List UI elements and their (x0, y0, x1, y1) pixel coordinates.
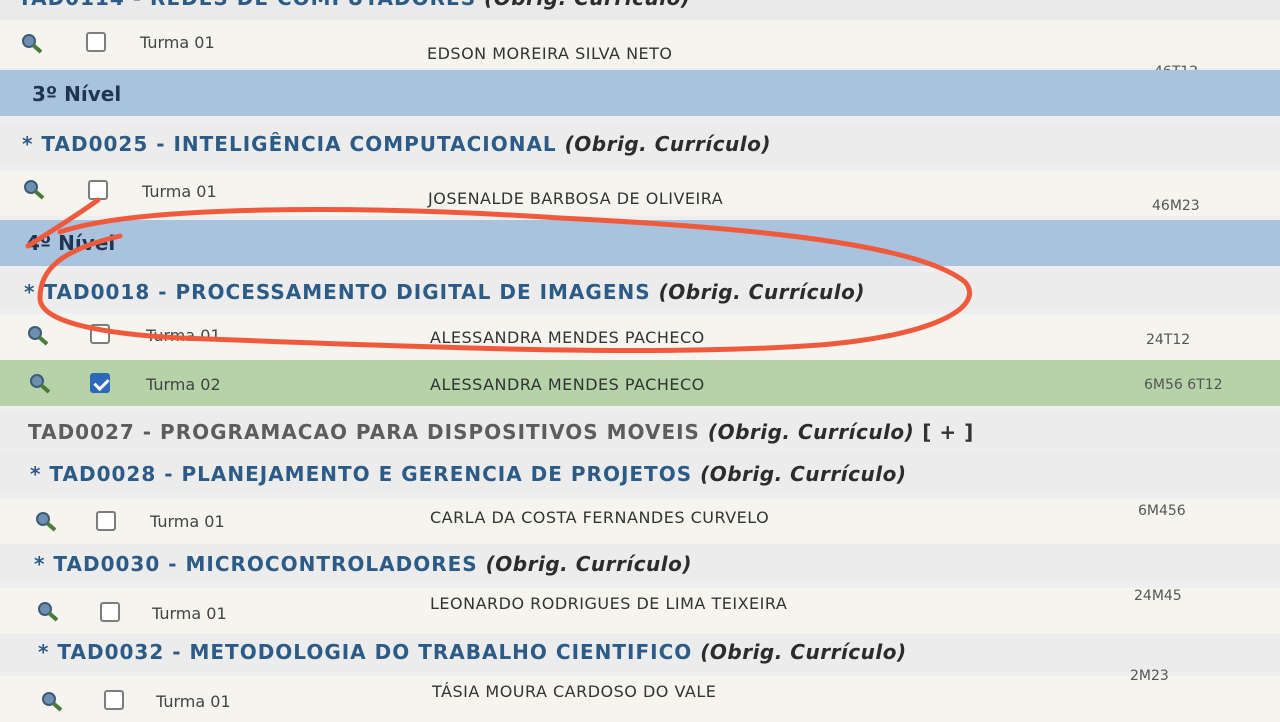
course-code: TAD0114 - REDES DE COMPUTADORES (18, 0, 476, 10)
course-code[interactable]: * TAD0030 - MICROCONTROLADORES (34, 552, 478, 576)
course-type: (Obrig. Currículo) (658, 280, 865, 304)
class-schedule: 6M456 (1138, 503, 1186, 519)
class-turma: Turma 01 (140, 33, 215, 52)
class-turma: Turma 01 (142, 182, 217, 201)
class-professor: EDSON MOREIRA SILVA NETO (427, 44, 673, 63)
class-turma: Turma 01 (146, 326, 221, 345)
class-checkbox[interactable] (96, 511, 116, 531)
course-code[interactable]: TAD0027 - PROGRAMACAO PARA DISPOSITIVOS … (28, 420, 700, 444)
wrench-magnifier-icon[interactable] (20, 32, 44, 54)
class-professor: ALESSANDRA MENDES PACHECO (430, 375, 705, 394)
course-type: (Obrig. Currículo) (564, 132, 772, 156)
wrench-magnifier-icon[interactable] (34, 510, 58, 532)
course-code[interactable]: * TAD0028 - PLANEJAMENTO E GERENCIA DE P… (30, 462, 692, 486)
course-title: TAD0114 - REDES DE COMPUTADORES (Obrig. … (18, 0, 690, 10)
class-checkbox-checked[interactable] (90, 373, 110, 393)
course-header-tad0028: * TAD0028 - PLANEJAMENTO E GERENCIA DE P… (0, 452, 1280, 490)
class-checkbox[interactable] (90, 324, 110, 344)
wrench-magnifier-icon[interactable] (26, 324, 50, 346)
course-code[interactable]: * TAD0018 - PROCESSAMENTO DIGITAL DE IMA… (24, 280, 651, 304)
class-professor: ALESSANDRA MENDES PACHECO (430, 328, 705, 347)
wrench-magnifier-icon[interactable] (22, 178, 46, 200)
course-title: * TAD0025 - INTELIGÊNCIA COMPUTACIONAL (… (22, 132, 771, 156)
class-checkbox[interactable] (100, 602, 120, 622)
wrench-magnifier-icon[interactable] (28, 372, 52, 394)
class-row: Turma 01 JOSENALDE BARBOSA DE OLIVEIRA 4… (0, 170, 1280, 216)
course-title: * TAD0030 - MICROCONTROLADORES (Obrig. C… (34, 552, 692, 576)
course-type: (Obrig. Currículo) (485, 552, 693, 576)
course-type: (Obrig. Currículo) (700, 640, 907, 664)
class-turma: Turma 02 (146, 375, 221, 394)
class-professor: JOSENALDE BARBOSA DE OLIVEIRA (428, 189, 724, 208)
course-title: * TAD0028 - PLANEJAMENTO E GERENCIA DE P… (30, 462, 906, 486)
class-checkbox[interactable] (104, 690, 124, 710)
class-schedule: 46M23 (1152, 198, 1200, 214)
wrench-magnifier-icon[interactable] (40, 690, 64, 712)
class-row: Turma 01 EDSON MOREIRA SILVA NETO 46T12 (0, 20, 1280, 80)
class-row-selected: Turma 02 ALESSANDRA MENDES PACHECO 6M56 … (0, 360, 1280, 406)
course-header-tad0114: TAD0114 - REDES DE COMPUTADORES (Obrig. … (0, 0, 1280, 20)
class-turma: Turma 01 (156, 692, 231, 711)
level-label: 4º Nível (26, 231, 116, 255)
level-label: 3º Nível (32, 82, 122, 106)
class-schedule: 6M56 6T12 (1144, 377, 1223, 393)
wrench-magnifier-icon[interactable] (36, 600, 60, 622)
class-professor: CARLA DA COSTA FERNANDES CURVELO (430, 508, 770, 527)
course-header-tad0025: * TAD0025 - INTELIGÊNCIA COMPUTACIONAL (… (0, 124, 1280, 162)
class-row: Turma 01 TÁSIA MOURA CARDOSO DO VALE 2M2… (0, 668, 1280, 722)
course-title: * TAD0032 - METODOLOGIA DO TRABALHO CIEN… (38, 640, 907, 664)
course-title: TAD0027 - PROGRAMACAO PARA DISPOSITIVOS … (28, 420, 974, 444)
level-header: 3º Nível (0, 70, 1280, 116)
class-turma: Turma 01 (152, 604, 227, 623)
class-row: Turma 01 ALESSANDRA MENDES PACHECO 24T12 (0, 314, 1280, 360)
class-row: Turma 01 LEONARDO RODRIGUES DE LIMA TEIX… (0, 588, 1280, 634)
course-header-tad0032: * TAD0032 - METODOLOGIA DO TRABALHO CIEN… (0, 634, 1280, 672)
class-professor: LEONARDO RODRIGUES DE LIMA TEIXEIRA (430, 594, 788, 613)
course-header-tad0018: * TAD0018 - PROCESSAMENTO DIGITAL DE IMA… (0, 272, 1280, 310)
course-title: * TAD0018 - PROCESSAMENTO DIGITAL DE IMA… (24, 280, 865, 304)
class-checkbox[interactable] (86, 32, 106, 52)
class-schedule: 2M23 (1130, 668, 1169, 684)
course-header-tad0030: * TAD0030 - MICROCONTROLADORES (Obrig. C… (0, 544, 1280, 582)
class-schedule: 24M45 (1134, 588, 1182, 604)
course-code[interactable]: * TAD0032 - METODOLOGIA DO TRABALHO CIEN… (38, 640, 692, 664)
level-header: 4º Nível (0, 220, 1280, 266)
course-code[interactable]: * TAD0025 - INTELIGÊNCIA COMPUTACIONAL (22, 132, 557, 156)
course-header-tad0027: TAD0027 - PROGRAMACAO PARA DISPOSITIVOS … (0, 410, 1280, 448)
class-schedule: 24T12 (1146, 332, 1191, 348)
class-row: Turma 01 CARLA DA COSTA FERNANDES CURVEL… (0, 498, 1280, 544)
course-type: (Obrig. Currículo) (707, 420, 915, 444)
course-type: (Obrig. Currículo) (700, 462, 907, 486)
course-type: (Obrig. Currículo) (484, 0, 690, 10)
class-checkbox[interactable] (88, 180, 108, 200)
class-turma: Turma 01 (150, 512, 225, 531)
class-professor: TÁSIA MOURA CARDOSO DO VALE (432, 682, 717, 701)
expand-toggle[interactable]: [ + ] (922, 420, 973, 444)
